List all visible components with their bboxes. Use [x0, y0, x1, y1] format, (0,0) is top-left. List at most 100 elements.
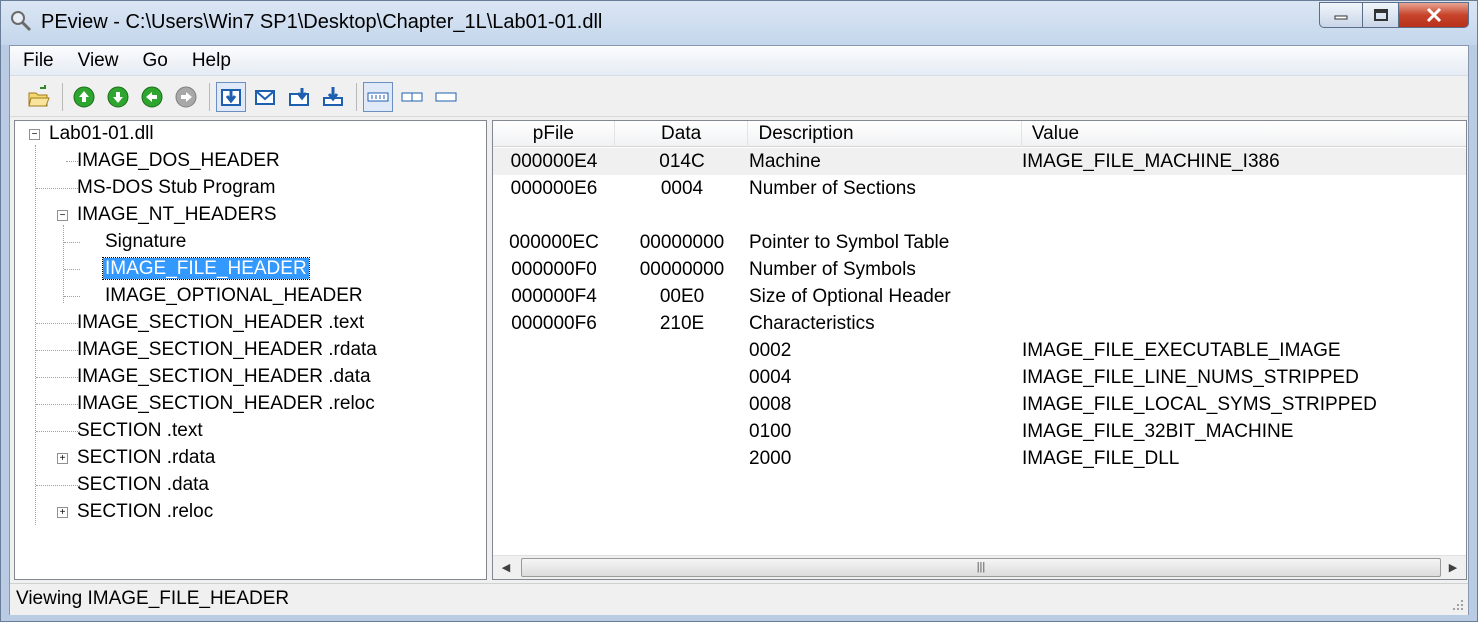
tree-guide: [36, 350, 80, 351]
minimize-button[interactable]: [1319, 2, 1363, 28]
tree-item-image-nt-headers[interactable]: IMAGE_NT_HEADERS: [75, 202, 279, 228]
table-row[interactable]: 0008 IMAGE_FILE_LOCAL_SYMS_STRIPPED: [493, 391, 1466, 418]
tree-item-section-reloc[interactable]: SECTION .reloc: [75, 499, 215, 525]
list-view-icon: [401, 92, 423, 101]
forward-icon: [175, 86, 197, 107]
list-view-button[interactable]: [397, 82, 427, 112]
client-area: File View Go Help − Lab01-01.dll IMAGE_D…: [9, 45, 1469, 615]
horizontal-scrollbar[interactable]: ◀ ||| ▶: [493, 555, 1466, 579]
cell-description: Number of Sections: [749, 178, 916, 199]
menu-view[interactable]: View: [65, 50, 130, 72]
tree-guide: [36, 485, 80, 486]
up-icon: [73, 86, 95, 107]
tree-guide: [63, 225, 64, 303]
tree-item-signature[interactable]: Signature: [103, 229, 188, 255]
column-header-data[interactable]: Data: [615, 121, 749, 147]
down-button[interactable]: [103, 82, 133, 112]
toolbar-separator: [62, 82, 63, 111]
cell-data: 00000000: [639, 232, 725, 253]
view-qword-icon: [323, 86, 343, 106]
title-bar[interactable]: PEview - C:\Users\Win7 SP1\Desktop\Chapt…: [1, 1, 1477, 45]
tree-item-image-dos-header[interactable]: IMAGE_DOS_HEADER: [75, 148, 282, 174]
detail-view-button[interactable]: [363, 81, 393, 112]
magnifier-icon: [11, 11, 32, 32]
view-dword-button[interactable]: [284, 82, 314, 112]
maximize-button[interactable]: [1363, 2, 1399, 28]
view-dword-icon: [289, 87, 309, 106]
tree-guide: [35, 145, 36, 525]
expand-icon[interactable]: +: [57, 507, 68, 518]
small-view-icon: [435, 92, 457, 101]
column-header-description[interactable]: Description: [748, 121, 1022, 147]
menu-bar: File View Go Help: [10, 46, 1468, 76]
view-byte-icon: [221, 88, 241, 106]
menu-file[interactable]: File: [10, 50, 65, 72]
down-icon: [107, 86, 129, 107]
tree-guide: [64, 296, 80, 297]
resize-grip-icon[interactable]: [1450, 597, 1464, 611]
tree-item-section-header-rdata[interactable]: IMAGE_SECTION_HEADER .rdata: [75, 337, 379, 363]
tree-item-image-optional-header[interactable]: IMAGE_OPTIONAL_HEADER: [103, 283, 365, 309]
menu-go[interactable]: Go: [129, 50, 178, 72]
status-bar: Viewing IMAGE_FILE_HEADER: [10, 583, 1468, 615]
column-header-value[interactable]: Value: [1022, 121, 1466, 147]
toolbar-separator: [209, 82, 210, 111]
table-row[interactable]: 000000F4 00E0 Size of Optional Header: [493, 283, 1466, 310]
cell-value: IMAGE_FILE_LOCAL_SYMS_STRIPPED: [1022, 394, 1377, 415]
cell-value: IMAGE_FILE_MACHINE_I386: [1022, 151, 1280, 172]
table-row[interactable]: 0002 IMAGE_FILE_EXECUTABLE_IMAGE: [493, 337, 1466, 364]
window-title: PEview - C:\Users\Win7 SP1\Desktop\Chapt…: [41, 11, 603, 33]
cell-value: IMAGE_FILE_EXECUTABLE_IMAGE: [1022, 340, 1341, 361]
tree-item-section-header-reloc[interactable]: IMAGE_SECTION_HEADER .reloc: [75, 391, 377, 417]
close-button[interactable]: [1399, 2, 1469, 28]
table-row[interactable]: 2000 IMAGE_FILE_DLL: [493, 445, 1466, 472]
menu-help[interactable]: Help: [179, 50, 242, 72]
table-row[interactable]: 0004 IMAGE_FILE_LINE_NUMS_STRIPPED: [493, 364, 1466, 391]
cell-description: Size of Optional Header: [749, 286, 951, 307]
forward-button[interactable]: [171, 82, 201, 112]
table-row[interactable]: 0100 IMAGE_FILE_32BIT_MACHINE: [493, 418, 1466, 445]
expand-icon[interactable]: +: [57, 453, 68, 464]
view-qword-button[interactable]: [318, 82, 348, 112]
pe-viewer-window: PEview - C:\Users\Win7 SP1\Desktop\Chapt…: [0, 0, 1478, 622]
cell-pfile: 000000F4: [511, 286, 597, 307]
tree-item-section-rdata[interactable]: SECTION .rdata: [75, 445, 217, 471]
tree-guide: [36, 323, 80, 324]
small-view-button[interactable]: [431, 82, 461, 112]
view-byte-button[interactable]: [216, 81, 246, 112]
table-row[interactable]: 000000F0 00000000 Number of Symbols: [493, 256, 1466, 283]
tree-item-root[interactable]: Lab01-01.dll: [47, 121, 156, 147]
scroll-right-icon[interactable]: ▶: [1442, 558, 1464, 578]
tree-item-image-file-header[interactable]: IMAGE_FILE_HEADER: [102, 256, 310, 282]
cell-value: IMAGE_FILE_32BIT_MACHINE: [1022, 421, 1294, 442]
table-row[interactable]: [493, 202, 1466, 229]
scrollbar-thumb[interactable]: |||: [521, 558, 1441, 577]
close-icon: [1426, 7, 1441, 23]
column-header-pfile[interactable]: pFile: [493, 121, 615, 147]
open-file-button[interactable]: [24, 82, 54, 112]
detail-list-view[interactable]: pFile Data Description Value 000000E4 014…: [492, 120, 1467, 580]
tree-item-section-header-data[interactable]: IMAGE_SECTION_HEADER .data: [75, 364, 373, 390]
tree-item-section-header-text[interactable]: IMAGE_SECTION_HEADER .text: [75, 310, 366, 336]
table-row[interactable]: 000000EC 00000000 Pointer to Symbol Table: [493, 229, 1466, 256]
up-button[interactable]: [69, 82, 99, 112]
minimize-icon: [1334, 15, 1348, 20]
collapse-icon[interactable]: −: [57, 210, 68, 221]
view-word-button[interactable]: [250, 82, 280, 112]
cell-description: 2000: [749, 448, 792, 469]
toolbar: [10, 77, 1468, 117]
collapse-icon[interactable]: −: [29, 129, 40, 140]
back-button[interactable]: [137, 82, 167, 112]
cell-data: 00E0: [659, 286, 705, 307]
scroll-left-icon[interactable]: ◀: [495, 558, 517, 578]
cell-description: Pointer to Symbol Table: [749, 232, 950, 253]
detail-view-icon: [367, 92, 389, 101]
tree-item-ms-dos-stub[interactable]: MS-DOS Stub Program: [75, 175, 278, 201]
table-row[interactable]: 000000E4 014C Machine IMAGE_FILE_MACHINE_I3…: [493, 148, 1466, 175]
table-row[interactable]: 000000F6 210E Characteristics: [493, 310, 1466, 337]
tree-item-section-data[interactable]: SECTION .data: [75, 472, 211, 498]
tree-view[interactable]: − Lab01-01.dll IMAGE_DOS_HEADER MS-DOS S…: [14, 120, 487, 580]
table-row[interactable]: 000000E6 0004 Number of Sections: [493, 175, 1466, 202]
list-header: pFile Data Description Value: [493, 121, 1466, 147]
tree-item-section-text[interactable]: SECTION .text: [75, 418, 205, 444]
